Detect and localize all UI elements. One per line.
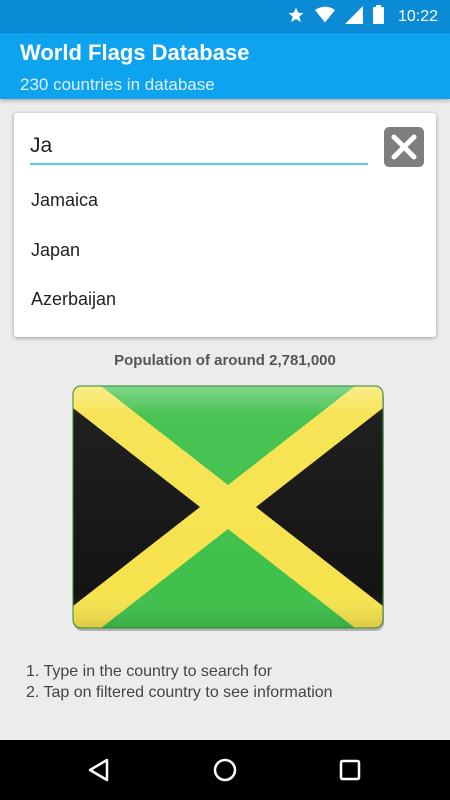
status-bar: 10:22 bbox=[0, 0, 450, 33]
navigation-bar bbox=[0, 740, 450, 800]
clear-search-button[interactable] bbox=[384, 127, 424, 167]
search-card: Jamaica Japan Azerbaijan bbox=[14, 113, 436, 337]
back-triangle-icon bbox=[88, 758, 109, 782]
search-input[interactable] bbox=[30, 129, 368, 165]
home-button[interactable] bbox=[209, 754, 241, 786]
suggestion-item-azerbaijan[interactable]: Azerbaijan bbox=[31, 289, 116, 310]
instruction-step-1: 1. Type in the country to search for bbox=[26, 663, 273, 680]
signal-icon bbox=[344, 5, 363, 28]
suggestion-item-jamaica[interactable]: Jamaica bbox=[31, 190, 98, 211]
app-subtitle: 230 countries in database bbox=[20, 75, 215, 94]
status-time: 10:22 bbox=[397, 7, 438, 25]
population-text: Population of around 2,781,000 bbox=[114, 352, 336, 369]
instructions: 1. Type in the country to search for 2. … bbox=[26, 661, 333, 703]
app-title: World Flags Database bbox=[20, 40, 250, 65]
suggestion-item-japan[interactable]: Japan bbox=[31, 240, 80, 261]
close-icon bbox=[391, 134, 417, 160]
instruction-step-2: 2. Tap on filtered country to see inform… bbox=[26, 684, 333, 701]
app-bar: World Flags Database 230 countries in da… bbox=[0, 33, 450, 99]
back-button[interactable] bbox=[83, 754, 115, 786]
star-icon bbox=[287, 6, 305, 28]
jamaica-flag bbox=[71, 384, 385, 632]
home-circle-icon bbox=[213, 758, 237, 782]
battery-icon bbox=[372, 5, 384, 28]
wifi-icon bbox=[314, 6, 335, 28]
status-icons: 10:22 bbox=[287, 0, 438, 33]
recents-square-icon bbox=[339, 759, 361, 781]
recents-button[interactable] bbox=[334, 754, 366, 786]
